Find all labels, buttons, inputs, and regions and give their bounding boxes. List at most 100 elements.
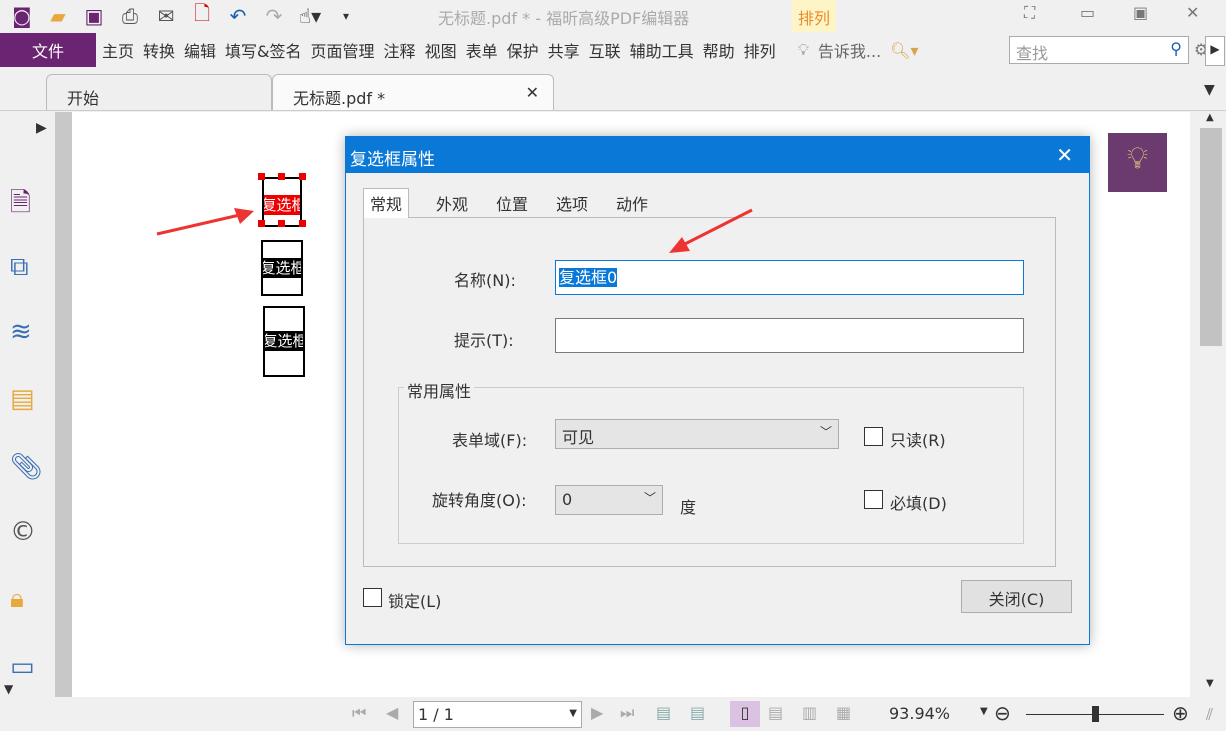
previous-view-icon[interactable]: ▤ bbox=[656, 703, 671, 722]
pages-icon[interactable]: ⧉ bbox=[10, 252, 29, 283]
maximize-icon[interactable]: ▣ bbox=[1133, 3, 1148, 22]
menu-edit[interactable]: 编辑 bbox=[184, 38, 216, 62]
annotation-arrow bbox=[156, 208, 254, 236]
menu-share[interactable]: 共享 bbox=[548, 38, 580, 62]
next-view-icon[interactable]: ▤ bbox=[690, 703, 705, 722]
dialog-tab-appearance[interactable]: 外观 bbox=[430, 189, 474, 217]
required-checkbox[interactable] bbox=[864, 490, 883, 509]
menu-home[interactable]: 主页 bbox=[102, 38, 134, 62]
open-folder-icon[interactable]: ▰ bbox=[40, 4, 76, 28]
zoom-in-icon[interactable]: ⊕ bbox=[1172, 701, 1189, 725]
menu-comment[interactable]: 注释 bbox=[384, 38, 416, 62]
undo-icon[interactable]: ↶ bbox=[220, 4, 256, 28]
zoom-level[interactable]: 93.94% bbox=[889, 704, 950, 723]
single-page-view-icon[interactable]: ▯ bbox=[730, 701, 760, 727]
tab-list-dropdown-icon[interactable]: ▼ bbox=[1204, 82, 1215, 98]
new-document-icon[interactable]: 🗋 bbox=[184, 0, 220, 33]
zoom-dropdown-icon[interactable]: ▼ bbox=[980, 706, 988, 717]
zoom-slider-thumb[interactable] bbox=[1092, 706, 1099, 722]
facing-view-icon[interactable]: ▥ bbox=[802, 703, 817, 722]
dialog-tab-actions[interactable]: 动作 bbox=[610, 189, 654, 217]
first-page-icon[interactable]: ⏮ bbox=[352, 703, 366, 723]
bookmarks-icon[interactable]: 🗎︎ bbox=[10, 184, 31, 228]
form-fields-icon[interactable]: ▭ bbox=[10, 652, 35, 682]
checkbox-field[interactable]: 复选框 bbox=[261, 240, 303, 296]
print-icon[interactable]: ⎙ bbox=[112, 4, 148, 28]
status-bar: ⏮ ◀ 1 / 1 ▼ ▶ ⏭ ▤ ▤ ▯ ▤ ▥ ▦ 93.94% ▼ ⊖ ⊕ … bbox=[0, 697, 1226, 731]
zoom-out-icon[interactable]: ⊖ bbox=[994, 701, 1011, 725]
menu-connect[interactable]: 互联 bbox=[589, 38, 621, 62]
dialog-close-icon[interactable]: ✕ bbox=[1056, 143, 1073, 167]
dialog-tab-options[interactable]: 选项 bbox=[550, 189, 594, 217]
save-icon[interactable]: ▣ bbox=[76, 4, 112, 28]
continuous-view-icon[interactable]: ▤ bbox=[768, 703, 783, 722]
menu-protect[interactable]: 保护 bbox=[507, 38, 539, 62]
menu-view[interactable]: 视图 bbox=[425, 38, 457, 62]
last-page-icon[interactable]: ⏭ bbox=[620, 703, 634, 723]
menu-form[interactable]: 表单 bbox=[466, 38, 498, 62]
tab-start[interactable]: 开始 bbox=[46, 74, 272, 110]
form-field-label: 表单域(F): bbox=[452, 431, 528, 450]
quick-access-toolbar: ◙ ▰ ▣ ⎙ ✉ 🗋 ↶ ↷ ☝▾ ▾ bbox=[4, 0, 364, 33]
resize-grip-icon[interactable]: ⫽ bbox=[1206, 705, 1213, 725]
field-label: 复选框 bbox=[265, 331, 303, 351]
menu-arrange[interactable]: 排列 bbox=[744, 38, 776, 62]
form-field-select[interactable]: 可见 ﹀ bbox=[555, 419, 839, 449]
expand-panel-icon[interactable]: ▶ bbox=[36, 120, 47, 136]
signatures-icon[interactable]: © bbox=[10, 517, 36, 547]
scroll-thumb[interactable] bbox=[1200, 128, 1222, 346]
email-icon[interactable]: ✉ bbox=[148, 4, 184, 28]
dialog-tab-position[interactable]: 位置 bbox=[490, 189, 534, 217]
minimize-icon[interactable]: ▭ bbox=[1080, 3, 1095, 22]
search-input[interactable]: 查找 ⚲ bbox=[1009, 36, 1189, 64]
search-icon[interactable]: ⚲ bbox=[1170, 39, 1182, 58]
checkbox-field[interactable]: 复选框 bbox=[263, 306, 305, 377]
menu-help[interactable]: 帮助 bbox=[703, 38, 735, 62]
menu-accessibility[interactable]: 辅助工具 bbox=[630, 38, 694, 62]
menu-organize[interactable]: 页面管理 bbox=[311, 38, 375, 62]
name-input[interactable]: 复选框0 bbox=[555, 260, 1024, 295]
page-number-input[interactable]: 1 / 1 ▼ bbox=[413, 701, 582, 728]
context-tab-label: 排列 bbox=[792, 0, 836, 32]
fullscreen-icon[interactable]: ⛶ bbox=[1024, 3, 1035, 23]
continuous-facing-view-icon[interactable]: ▦ bbox=[836, 703, 851, 722]
rotation-select[interactable]: 0 ﹀ bbox=[555, 485, 663, 515]
left-navigation-panel: ▶ 🗎︎ ⧉ ≋ ▤ 📎︎ © 🔒︎ ▭ ▼ bbox=[0, 112, 55, 697]
customize-dropdown-icon[interactable]: ▾ bbox=[328, 9, 364, 23]
tip-lightbulb-button[interactable]: 💡︎ bbox=[1108, 133, 1167, 192]
checkbox-properties-dialog: 复选框属性 ✕ 常规 外观 位置 选项 动作 名称(N): 复选框0 提示(T):… bbox=[345, 136, 1090, 645]
panel-splitter[interactable] bbox=[55, 112, 72, 697]
readonly-checkbox[interactable] bbox=[864, 427, 883, 446]
search-folder-icon[interactable]: 🔍︎▾ bbox=[890, 41, 918, 60]
menu-file[interactable]: 文件 bbox=[0, 33, 96, 67]
chevron-down-icon: ﹀ bbox=[819, 425, 832, 439]
tooltip-input[interactable] bbox=[555, 318, 1024, 353]
comments-icon[interactable]: ▤ bbox=[10, 384, 35, 414]
security-lock-icon[interactable]: 🔒︎ bbox=[10, 584, 24, 615]
next-page-icon[interactable]: ▶ bbox=[591, 703, 603, 722]
tell-me-button[interactable]: 告诉我... bbox=[818, 38, 881, 62]
ribbon-scroll-right-icon[interactable]: ▶ bbox=[1205, 36, 1225, 66]
menu-convert[interactable]: 转换 bbox=[143, 38, 175, 62]
close-window-icon[interactable]: ✕ bbox=[1186, 3, 1199, 22]
selection-handles[interactable] bbox=[258, 173, 306, 227]
rotation-value: 0 bbox=[562, 490, 573, 509]
hand-tool-icon[interactable]: ☝▾ bbox=[292, 4, 328, 28]
previous-page-icon[interactable]: ◀ bbox=[386, 703, 398, 722]
dialog-tab-general[interactable]: 常规 bbox=[363, 188, 410, 218]
rotation-label: 旋转角度(O): bbox=[432, 491, 527, 510]
scroll-down-icon[interactable]: ▼ bbox=[1206, 678, 1214, 689]
redo-icon[interactable]: ↷ bbox=[256, 4, 292, 28]
more-panels-icon[interactable]: ▼ bbox=[4, 682, 13, 696]
menu-fill-sign[interactable]: 填写&签名 bbox=[225, 38, 301, 62]
locked-checkbox[interactable] bbox=[363, 588, 382, 607]
attachments-icon[interactable]: 📎︎ bbox=[10, 452, 43, 482]
layers-icon[interactable]: ≋ bbox=[10, 317, 32, 347]
scroll-up-icon[interactable]: ▲ bbox=[1206, 112, 1214, 123]
name-value: 复选框0 bbox=[559, 268, 618, 287]
vertical-scrollbar[interactable]: ▲ ▼ bbox=[1198, 112, 1226, 697]
close-button[interactable]: 关闭(C) bbox=[961, 580, 1072, 613]
required-label: 必填(D) bbox=[890, 494, 947, 513]
close-tab-icon[interactable]: ✕ bbox=[526, 83, 539, 102]
tab-document[interactable]: 无标题.pdf * ✕ bbox=[272, 74, 554, 110]
